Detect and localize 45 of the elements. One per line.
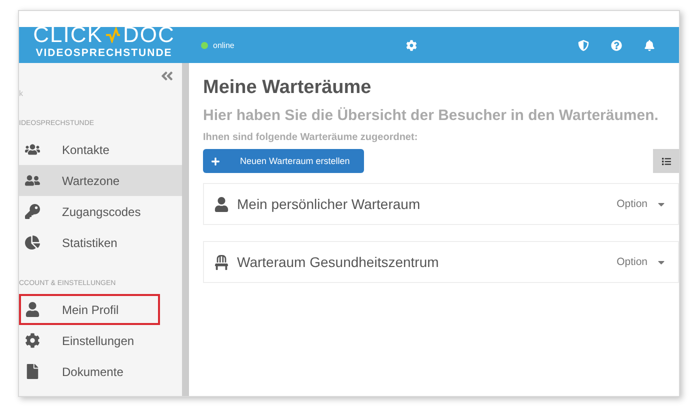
search-fragment: k xyxy=(19,89,24,98)
page-subtitle: Hier haben Sie die Übersicht der Besucher in den Warteräumen. xyxy=(203,107,660,124)
sidebar-item-label: Mein Profil xyxy=(62,302,119,316)
shield-icon[interactable] xyxy=(578,40,589,50)
list-view-button[interactable] xyxy=(653,149,679,173)
sidebar-item-label: Einstellungen xyxy=(62,334,134,348)
option-dropdown[interactable]: Option xyxy=(610,197,672,211)
sidebar-item[interactable]: Wartezone xyxy=(19,165,182,196)
room-name: Mein persönlicher Warteraum xyxy=(237,196,422,212)
status-label: online xyxy=(213,40,234,50)
option-dropdown[interactable]: Option xyxy=(610,255,672,269)
room-name: Warteraum Gesundheitszentrum xyxy=(237,254,440,270)
notification-icon[interactable] xyxy=(644,40,655,50)
group-icon xyxy=(25,142,40,157)
sidebar-item-label: Statistiken xyxy=(62,236,118,250)
sidebar-item[interactable]: Statistiken xyxy=(19,227,182,258)
sidebar-item[interactable]: Einstellungen xyxy=(19,325,182,356)
chair-icon xyxy=(214,254,229,270)
sidebar-item[interactable]: Mein Profil xyxy=(19,294,160,325)
file-icon xyxy=(25,364,40,379)
sidebar-item-label: Zugangscodes xyxy=(62,204,141,218)
intro-text: Ihnen sind folgende Warteräume zugeordnet: xyxy=(203,132,419,143)
collapse-icon[interactable] xyxy=(160,69,174,83)
page-title: Meine Warteräume xyxy=(203,77,372,99)
people-icon xyxy=(25,173,40,188)
sidebar-item-label: Kontakte xyxy=(62,142,110,156)
user-icon xyxy=(214,196,229,212)
sidebar-item-label: Dokumente xyxy=(62,364,124,378)
logo-check-icon xyxy=(104,26,121,43)
pie-chart-icon xyxy=(25,235,40,250)
logo-subtitle: VIDEOSPRECHSTUNDE xyxy=(36,48,172,58)
logo-text: CLICK xyxy=(33,24,103,46)
list-icon xyxy=(662,156,670,166)
settings-icon[interactable] xyxy=(406,40,417,50)
sidebar-item[interactable]: Kontakte xyxy=(19,134,182,165)
create-room-button[interactable]: Neuen Warteraum erstellen xyxy=(203,149,364,173)
gear-icon xyxy=(25,333,40,348)
user-icon xyxy=(25,302,40,317)
key-icon xyxy=(25,204,40,219)
sidebar-item[interactable]: Zugangscodes xyxy=(19,196,182,227)
help-icon[interactable] xyxy=(611,40,622,50)
sidebar-item-label: Wartezone xyxy=(62,174,120,188)
plus-icon xyxy=(211,156,220,166)
logo-text: DOC xyxy=(122,24,175,46)
sidebar-item[interactable]: Dokumente xyxy=(19,356,182,387)
